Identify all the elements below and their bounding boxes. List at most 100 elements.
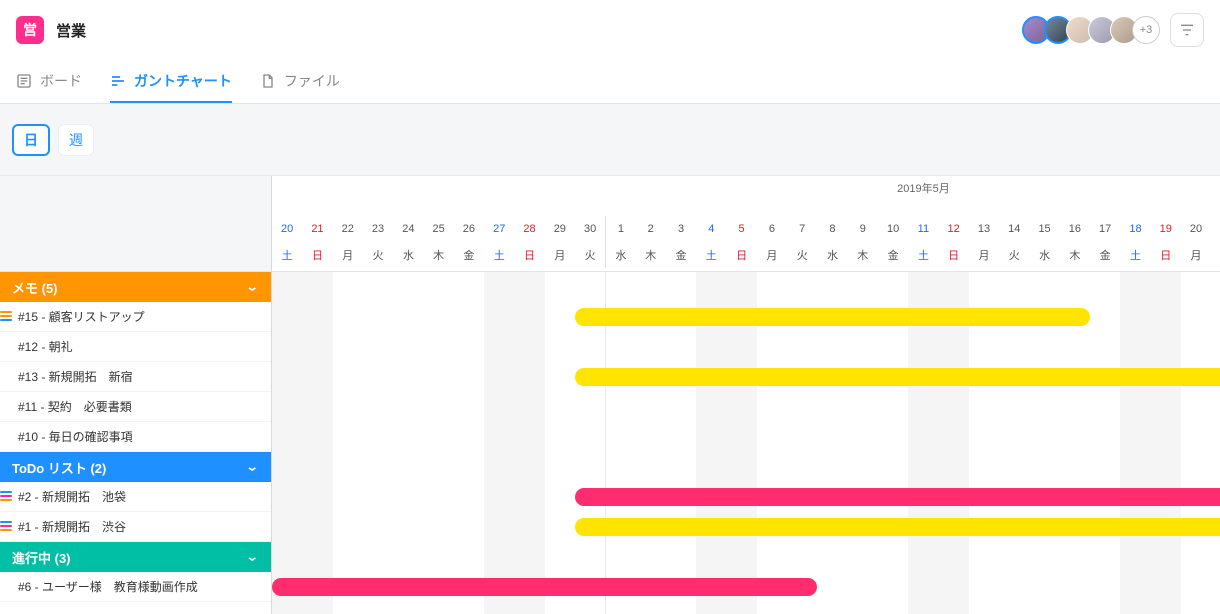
task-row[interactable]: #6 - ユーザー様 教育様動画作成 bbox=[0, 572, 271, 602]
gantt-grid[interactable]: 2019年5月 20212223242526272829301234567891… bbox=[272, 176, 1220, 614]
day-number: 28 bbox=[514, 216, 544, 242]
day-weekday: 金 bbox=[1090, 242, 1120, 268]
day-number: 27 bbox=[484, 216, 514, 242]
gantt-bar[interactable] bbox=[575, 518, 1220, 536]
board-icon bbox=[16, 73, 32, 89]
tab-gantt[interactable]: ガントチャート bbox=[110, 60, 232, 103]
day-number: 6 bbox=[757, 216, 787, 242]
timeline-body bbox=[272, 272, 1220, 614]
day-number: 20 bbox=[1181, 216, 1211, 242]
day-weekday: 日 bbox=[1151, 242, 1181, 268]
avatar-stack[interactable]: +3 bbox=[1028, 16, 1160, 44]
day-number: 24 bbox=[393, 216, 423, 242]
day-number: 11 bbox=[908, 216, 938, 242]
day-number: 18 bbox=[1120, 216, 1150, 242]
task-row[interactable]: #10 - 毎日の確認事項 bbox=[0, 422, 271, 452]
day-weekday: 水 bbox=[1029, 242, 1059, 268]
group-header-progress[interactable]: 進行中 (3)⌄ bbox=[0, 542, 271, 572]
day-weekday: 月 bbox=[545, 242, 575, 268]
day-weekday: 日 bbox=[939, 242, 969, 268]
task-row[interactable]: #12 - 朝礼 bbox=[0, 332, 271, 362]
day-number: 21 bbox=[302, 216, 332, 242]
month-label: 2019年5月 bbox=[897, 180, 950, 196]
chevron-down-icon: ⌄ bbox=[246, 460, 259, 474]
avatar-more[interactable]: +3 bbox=[1132, 16, 1160, 44]
day-weekday: 土 bbox=[908, 242, 938, 268]
day-number: 17 bbox=[1090, 216, 1120, 242]
left-header-blank bbox=[0, 176, 271, 272]
day-weekday: 日 bbox=[302, 242, 332, 268]
day-weekday: 水 bbox=[605, 242, 635, 268]
tab-board[interactable]: ボード bbox=[16, 60, 82, 103]
chevron-down-icon: ⌄ bbox=[246, 550, 259, 564]
day-weekday: 月 bbox=[757, 242, 787, 268]
task-row[interactable]: #13 - 新規開拓 新宿 bbox=[0, 362, 271, 392]
files-icon bbox=[260, 73, 276, 89]
tab-label: ガントチャート bbox=[134, 71, 232, 91]
task-label: #12 - 朝礼 bbox=[18, 338, 73, 355]
priority-marker-icon bbox=[0, 490, 12, 502]
task-row[interactable]: #1 - 新規開拓 渋谷 bbox=[0, 512, 271, 542]
day-weekday: 土 bbox=[484, 242, 514, 268]
priority-marker-icon bbox=[0, 310, 12, 322]
day-number: 19 bbox=[1151, 216, 1181, 242]
priority-marker-icon bbox=[0, 520, 12, 532]
day-number: 14 bbox=[999, 216, 1029, 242]
tab-label: ファイル bbox=[284, 71, 340, 91]
day-weekday: 火 bbox=[1211, 242, 1220, 268]
day-weekday: 月 bbox=[333, 242, 363, 268]
day-weekday: 木 bbox=[423, 242, 453, 268]
day-weekday: 土 bbox=[1120, 242, 1150, 268]
view-week[interactable]: 週 bbox=[58, 124, 94, 156]
day-weekday: 金 bbox=[666, 242, 696, 268]
gantt-bar[interactable] bbox=[575, 308, 1090, 326]
timeline-header: 2019年5月 20212223242526272829301234567891… bbox=[272, 176, 1220, 272]
task-row[interactable]: #15 - 顧客リストアップ bbox=[0, 302, 271, 332]
day-number: 3 bbox=[666, 216, 696, 242]
gantt-area: メモ (5) ⌄ #15 - 顧客リストアップ #12 - 朝礼 #13 - 新規開拓 … bbox=[0, 176, 1220, 614]
gantt-bar[interactable] bbox=[272, 578, 817, 596]
gantt-left-pane: メモ (5) ⌄ #15 - 顧客リストアップ #12 - 朝礼 #13 - 新規開拓 … bbox=[0, 176, 272, 614]
task-row[interactable]: #11 - 契約 必要書類 bbox=[0, 392, 271, 422]
day-weekday: 火 bbox=[787, 242, 817, 268]
day-weekday: 金 bbox=[878, 242, 908, 268]
group-label: メモ (5) bbox=[12, 278, 58, 297]
day-number: 23 bbox=[363, 216, 393, 242]
day-number: 20 bbox=[272, 216, 302, 242]
gantt-bar[interactable] bbox=[575, 488, 1220, 506]
day-number: 21 bbox=[1211, 216, 1220, 242]
day-number: 1 bbox=[605, 216, 635, 242]
day-number: 25 bbox=[423, 216, 453, 242]
task-label: #13 - 新規開拓 新宿 bbox=[18, 368, 133, 385]
day-weekday: 金 bbox=[454, 242, 484, 268]
day-number: 30 bbox=[575, 216, 605, 242]
day-weekday: 木 bbox=[636, 242, 666, 268]
day-number: 9 bbox=[848, 216, 878, 242]
chevron-down-icon: ⌄ bbox=[246, 280, 259, 294]
view-day[interactable]: 日 bbox=[12, 124, 50, 156]
gantt-icon bbox=[110, 73, 126, 89]
day-number: 26 bbox=[454, 216, 484, 242]
day-weekday: 日 bbox=[514, 242, 544, 268]
day-weekday: 水 bbox=[393, 242, 423, 268]
day-number: 2 bbox=[636, 216, 666, 242]
day-number: 7 bbox=[787, 216, 817, 242]
gantt-bar[interactable] bbox=[575, 368, 1220, 386]
filter-icon bbox=[1179, 22, 1195, 38]
group-header-todo[interactable]: ToDo リスト (2)⌄ bbox=[0, 452, 271, 482]
task-row[interactable]: #2 - 新規開拓 池袋 bbox=[0, 482, 271, 512]
day-weekday: 木 bbox=[1060, 242, 1090, 268]
day-number: 15 bbox=[1029, 216, 1059, 242]
day-number: 12 bbox=[939, 216, 969, 242]
tab-files[interactable]: ファイル bbox=[260, 60, 340, 103]
task-label: #1 - 新規開拓 渋谷 bbox=[18, 518, 126, 535]
day-weekday: 土 bbox=[696, 242, 726, 268]
task-label: #10 - 毎日の確認事項 bbox=[18, 428, 133, 445]
group-header-memo[interactable]: メモ (5) ⌄ bbox=[0, 272, 271, 302]
day-weekday: 火 bbox=[999, 242, 1029, 268]
day-weekday: 月 bbox=[1181, 242, 1211, 268]
day-number: 10 bbox=[878, 216, 908, 242]
day-weekday: 火 bbox=[575, 242, 605, 268]
day-number: 5 bbox=[726, 216, 756, 242]
filter-button[interactable] bbox=[1170, 13, 1204, 47]
